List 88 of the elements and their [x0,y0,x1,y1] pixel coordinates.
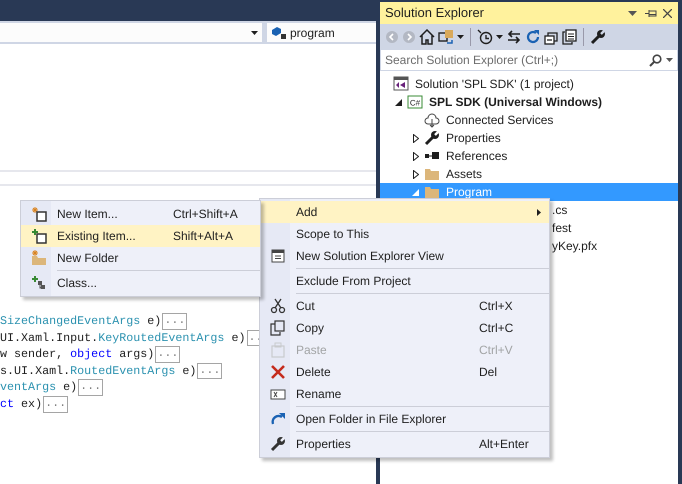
cloud-icon [424,112,440,128]
item-label: Program [446,184,492,201]
menu-item[interactable]: Delete Del [260,361,549,383]
item-label: Solution 'SPL SDK' (1 project) [415,76,574,93]
menu-item[interactable]: Cut Ctrl+X [260,295,549,317]
menu-item[interactable]: Class... [21,272,260,294]
search-field[interactable]: Search Solution Explorer (Ctrl+;) [385,51,645,69]
paste-icon [270,342,286,358]
history-icon[interactable] [477,29,493,45]
collapsed-arrow-icon[interactable] [412,170,418,178]
menu-item[interactable]: Existing Item... Shift+Alt+A [21,225,260,247]
collapse-icon[interactable] [544,30,559,44]
search-icon [649,54,662,66]
collapsed-code-marker[interactable]: ... [43,396,68,413]
menu-item[interactable]: Add [260,201,549,223]
tree-item[interactable]: Properties [380,129,678,147]
menu-item[interactable]: Exclude From Project [260,270,549,292]
open-folder-icon [270,411,286,427]
pin-icon[interactable] [645,8,657,18]
switch-arrows-icon[interactable] [506,29,522,45]
close-icon[interactable] [663,8,672,18]
home-icon[interactable] [419,29,435,45]
delete-icon [270,364,286,380]
code-line: s.UI.Xaml.RoutedEventArgs e) [0,362,196,380]
item-label: yKey.pfx [552,238,598,255]
code-line: w sender, object args) [0,346,154,363]
caret-icon[interactable] [666,58,673,62]
csharp-project-icon: C# [407,94,423,110]
shortcut-label: Shift+Alt+A [173,228,234,245]
menu-item[interactable]: New Item... Ctrl+Shift+A [21,203,260,225]
dropdown-value: program [290,24,335,42]
class-icon [31,275,47,291]
member-dropdown[interactable]: program [267,23,376,42]
item-label: .cs [552,202,568,219]
shortcut-label: Del [479,364,498,381]
shortcut-label: Ctrl+X [479,298,513,315]
solution-icon [393,76,409,92]
menu-item[interactable]: New Folder [21,247,260,269]
item-label: fest [552,220,572,237]
cut-icon [270,298,286,314]
collapsed-code-marker[interactable]: ... [78,379,104,396]
shortcut-label: Ctrl+V [479,342,513,359]
collapsed-code-marker[interactable]: ... [162,313,188,330]
code-line: SizeChangedEventArgs e) [0,313,162,330]
tree-item[interactable]: References [380,147,678,165]
new-item-icon [31,206,47,222]
item-label: Properties [446,130,501,147]
sync-icon[interactable] [438,29,454,45]
code-line: ct ex) [0,396,42,413]
collapsed-code-marker[interactable]: ... [197,362,222,380]
caret-icon [251,30,258,34]
new-folder-icon [31,250,47,266]
wrench-icon [270,436,286,452]
menu-item[interactable]: New Solution Explorer View [260,245,549,267]
collapsed-code-marker[interactable]: ... [155,346,180,363]
tree-item[interactable]: Assets [380,165,678,183]
wrench-icon [424,130,440,146]
shortcut-label: Alt+Enter [479,436,529,453]
copy-icon [270,320,286,336]
existing-item-icon [31,228,47,244]
item-label: Assets [446,166,482,183]
tree-item[interactable]: Solution 'SPL SDK' (1 project) [380,75,678,93]
panel-title: Solution Explorer [385,4,485,22]
tree-item[interactable]: Connected Services [380,111,678,129]
caret-icon[interactable] [457,35,464,39]
tree-item[interactable]: C# SPL SDK (Universal Windows) [380,93,678,111]
field-icon [271,26,287,40]
refresh-icon[interactable] [525,29,541,45]
code-line: ventArgs e) [0,379,78,396]
menu-item[interactable]: Rename [260,383,549,405]
settings-icon[interactable] [590,29,606,45]
menu-item[interactable]: Properties Alt+Enter [260,433,549,455]
menu-item[interactable]: Scope to This [260,223,549,245]
menu-item[interactable]: Open Folder in File Explorer [260,408,549,430]
shortcut-label: Ctrl+Shift+A [173,206,238,223]
dropdown-icon[interactable] [628,10,637,16]
pages-icon[interactable] [562,29,577,45]
explorer-window-icon [270,248,286,264]
expanded-arrow-icon[interactable] [395,98,402,106]
search-box[interactable]: Search Solution Explorer (Ctrl+;) [380,50,678,71]
project-name: SPL SDK (Universal Windows) [429,94,602,111]
shortcut-label: Ctrl+C [479,320,514,337]
code-line: UI.Xaml.Input.KeyRoutedEventArgs e) [0,330,246,346]
caret-icon[interactable] [496,35,503,39]
item-label: References [446,148,508,165]
collapsed-arrow-icon[interactable] [412,152,418,160]
item-label: Connected Services [446,112,554,129]
collapsed-arrow-icon[interactable] [412,134,418,142]
